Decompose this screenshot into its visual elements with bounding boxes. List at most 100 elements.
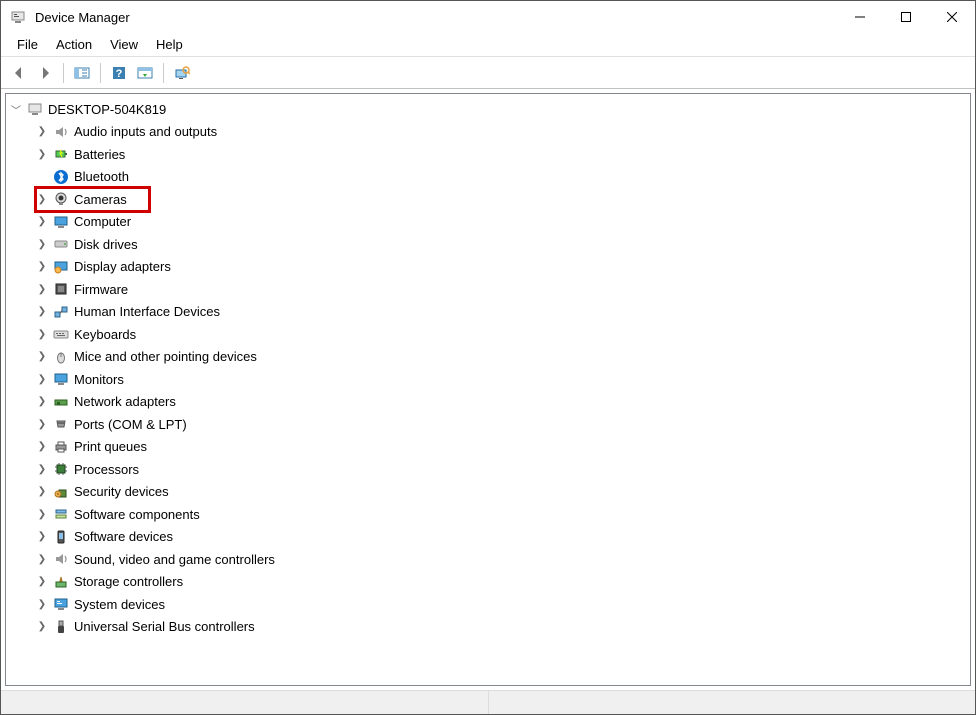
chevron-right-icon[interactable]: ❯ xyxy=(36,441,48,452)
chevron-right-icon[interactable]: ❯ xyxy=(36,194,48,205)
tree-item-label: Ports (COM & LPT) xyxy=(74,417,187,432)
chevron-right-icon[interactable]: ❯ xyxy=(36,554,48,565)
tree-item[interactable]: ❯ Mice and other pointing devices xyxy=(6,346,970,369)
chevron-right-icon[interactable]: ❯ xyxy=(36,531,48,542)
status-cell xyxy=(489,691,976,714)
tree-item-label: Computer xyxy=(74,214,131,229)
toolbar-separator xyxy=(100,63,101,83)
computer-icon xyxy=(52,213,70,231)
chevron-right-icon[interactable]: ❯ xyxy=(36,374,48,385)
tree-item-label: System devices xyxy=(74,597,165,612)
tree-item[interactable]: ❯ Monitors xyxy=(6,368,970,391)
chevron-right-icon[interactable]: ❯ xyxy=(36,126,48,137)
chevron-right-icon[interactable]: ❯ xyxy=(36,621,48,632)
back-button[interactable] xyxy=(7,61,31,85)
toolbar: ? xyxy=(1,57,975,89)
chevron-right-icon[interactable]: ❯ xyxy=(36,464,48,475)
menu-help[interactable]: Help xyxy=(148,35,191,54)
chevron-right-icon[interactable]: ❯ xyxy=(36,419,48,430)
tree-item[interactable]: ❯ Display adapters xyxy=(6,256,970,279)
chevron-right-icon[interactable]: ❯ xyxy=(36,351,48,362)
firmware-icon xyxy=(52,280,70,298)
softcomp-icon xyxy=(52,505,70,523)
battery-icon xyxy=(52,145,70,163)
window-title: Device Manager xyxy=(35,10,130,25)
disk-icon xyxy=(52,235,70,253)
usb-icon xyxy=(52,618,70,636)
tree-item[interactable]: Bluetooth xyxy=(6,166,970,189)
tree-item[interactable]: ❯ System devices xyxy=(6,593,970,616)
monitor-icon xyxy=(52,370,70,388)
tree-item-label: Universal Serial Bus controllers xyxy=(74,619,255,634)
tree-item[interactable]: ❯ Network adapters xyxy=(6,391,970,414)
svg-text:?: ? xyxy=(116,68,123,80)
chevron-right-icon[interactable]: ❯ xyxy=(36,239,48,250)
system-icon xyxy=(52,595,70,613)
status-cell xyxy=(1,691,489,714)
keyboard-icon xyxy=(52,325,70,343)
scan-hardware-button[interactable] xyxy=(170,61,194,85)
chevron-right-icon[interactable]: ❯ xyxy=(36,306,48,317)
maximize-button[interactable] xyxy=(883,1,929,33)
tree-item[interactable]: ❯Software devices xyxy=(6,526,970,549)
tree-item[interactable]: ❯Sound, video and game controllers xyxy=(6,548,970,571)
chevron-down-icon[interactable]: ﹀ xyxy=(10,102,22,117)
tree-item-label: Bluetooth xyxy=(74,169,129,184)
tree-item-label: Processors xyxy=(74,462,139,477)
close-button[interactable] xyxy=(929,1,975,33)
chevron-right-icon[interactable]: ❯ xyxy=(36,261,48,272)
tree-item[interactable]: ❯Firmware xyxy=(6,278,970,301)
computer-root-icon xyxy=(26,100,44,118)
help-button[interactable]: ? xyxy=(107,61,131,85)
show-hide-console-button[interactable] xyxy=(70,61,94,85)
tree-item[interactable]: ❯ Print queues xyxy=(6,436,970,459)
tree-item-label: Display adapters xyxy=(74,259,171,274)
chevron-right-icon[interactable]: ❯ xyxy=(36,216,48,227)
toolbar-separator xyxy=(63,63,64,83)
tree-root[interactable]: ﹀DESKTOP-504K819 xyxy=(6,98,970,121)
tree-item[interactable]: ❯ Ports (COM & LPT) xyxy=(6,413,970,436)
chevron-right-icon[interactable]: ❯ xyxy=(36,149,48,160)
menu-file[interactable]: File xyxy=(9,35,46,54)
tree-item-label: Human Interface Devices xyxy=(74,304,220,319)
ports-icon xyxy=(52,415,70,433)
chevron-right-icon[interactable]: ❯ xyxy=(36,486,48,497)
tree-item[interactable]: ❯ Human Interface Devices xyxy=(6,301,970,324)
device-tree-panel[interactable]: ﹀DESKTOP-504K819❯Audio inputs and output… xyxy=(5,93,971,686)
tree-item[interactable]: ❯Keyboards xyxy=(6,323,970,346)
tree-item[interactable]: ❯ Universal Serial Bus controllers xyxy=(6,616,970,639)
tree-item[interactable]: ❯Security devices xyxy=(6,481,970,504)
tree-item-label: Network adapters xyxy=(74,394,176,409)
network-icon xyxy=(52,393,70,411)
forward-button[interactable] xyxy=(33,61,57,85)
minimize-button[interactable] xyxy=(837,1,883,33)
menu-bar: File Action View Help xyxy=(1,33,975,57)
tree-item[interactable]: ❯ Processors xyxy=(6,458,970,481)
chevron-right-icon[interactable]: ❯ xyxy=(36,576,48,587)
tree-item-label: Monitors xyxy=(74,372,124,387)
chevron-right-icon[interactable]: ❯ xyxy=(36,396,48,407)
action-button[interactable] xyxy=(133,61,157,85)
tree-item[interactable]: ❯ Disk drives xyxy=(6,233,970,256)
tree-item[interactable]: ❯ Computer xyxy=(6,211,970,234)
tree-item[interactable]: ❯ Cameras xyxy=(6,188,970,211)
menu-view[interactable]: View xyxy=(102,35,146,54)
chevron-right-icon[interactable]: ❯ xyxy=(36,284,48,295)
tree-item-label: Disk drives xyxy=(74,237,138,252)
tree-item[interactable]: ❯Audio inputs and outputs xyxy=(6,121,970,144)
security-icon xyxy=(52,483,70,501)
softdev-icon xyxy=(52,528,70,546)
tree-item[interactable]: ❯Batteries xyxy=(6,143,970,166)
titlebar: Device Manager xyxy=(1,1,975,33)
chevron-right-icon[interactable]: ❯ xyxy=(36,599,48,610)
tree-item-label: Print queues xyxy=(74,439,147,454)
tree-item[interactable]: ❯Software components xyxy=(6,503,970,526)
chevron-right-icon[interactable]: ❯ xyxy=(36,329,48,340)
toolbar-separator xyxy=(163,63,164,83)
menu-action[interactable]: Action xyxy=(48,35,100,54)
tree-item-label: Cameras xyxy=(74,192,127,207)
tree-item[interactable]: ❯Storage controllers xyxy=(6,571,970,594)
chevron-right-icon[interactable]: ❯ xyxy=(36,509,48,520)
print-icon xyxy=(52,438,70,456)
tree-item-label: Mice and other pointing devices xyxy=(74,349,257,364)
